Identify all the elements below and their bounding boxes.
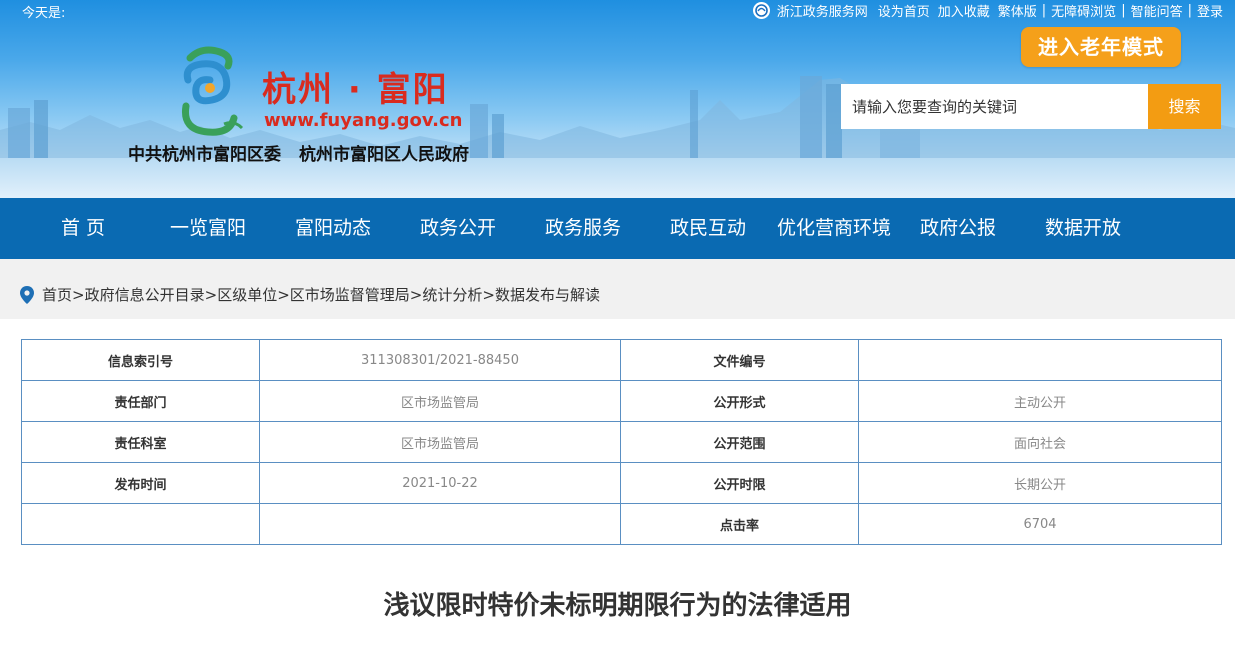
meta-scope-value: 面向社会 <box>858 421 1222 463</box>
meta-form-value: 主动公开 <box>858 380 1222 422</box>
nav-item-open-data[interactable]: 数据开放 <box>1038 198 1128 259</box>
nav-item-interaction[interactable]: 政民互动 <box>663 198 753 259</box>
table-row: 责任科室 区市场监管局 公开范围 面向社会 <box>21 421 1222 463</box>
meta-clicks-label: 点击率 <box>620 503 859 545</box>
main-nav: 首 页 一览富阳 富阳动态 政务公开 政务服务 政民互动 优化营商环境 政府公报… <box>0 198 1235 259</box>
breadcrumb-home[interactable]: 首页 <box>42 284 72 305</box>
breadcrumb: 首页 > 政府信息公开目录 > 区级单位 > 区市场监督管理局 > 统计分析 > 数据发布… <box>20 284 600 305</box>
org-government: 杭州市富阳区人民政府 <box>299 145 469 165</box>
breadcrumb-bar: 首页 > 政府信息公开目录 > 区级单位 > 区市场监督管理局 > 统计分析 > 数据发布… <box>0 259 1235 319</box>
meta-empty-cell <box>21 503 260 545</box>
breadcrumb-separator: > <box>277 285 290 304</box>
nav-item-news[interactable]: 富阳动态 <box>288 198 378 259</box>
link-traditional-chinese[interactable]: 繁体版 <box>998 1 1037 20</box>
meta-term-label: 公开时限 <box>620 462 859 504</box>
meta-dept-label: 责任部门 <box>21 380 260 422</box>
breadcrumb-statistics[interactable]: 统计分析 <box>422 284 482 305</box>
breadcrumb-separator: > <box>72 285 85 304</box>
meta-docno-value <box>858 339 1222 381</box>
site-url: www.fuyang.gov.cn <box>264 110 463 131</box>
table-row: 发布时间 2021-10-22 公开时限 长期公开 <box>21 462 1222 504</box>
today-label: 今天是: <box>22 6 66 21</box>
top-link-separator: | <box>1121 3 1126 18</box>
breadcrumb-catalog[interactable]: 政府信息公开目录 <box>85 284 205 305</box>
breadcrumb-separator: > <box>409 285 423 304</box>
meta-office-value: 区市场监管局 <box>259 421 621 463</box>
link-login[interactable]: 登录 <box>1197 1 1223 20</box>
breadcrumb-separator: > <box>482 285 495 304</box>
table-row: 点击率 6704 <box>21 503 1222 545</box>
table-row: 责任部门 区市场监管局 公开形式 主动公开 <box>21 380 1222 422</box>
meta-clicks-value: 6704 <box>858 503 1222 545</box>
article-title: 浅议限时特价未标明期限行为的法律适用 <box>383 591 852 621</box>
link-add-favorite[interactable]: 加入收藏 <box>938 1 990 20</box>
meta-index-label: 信息索引号 <box>21 339 260 381</box>
top-link-separator: | <box>1187 3 1192 18</box>
nav-item-gov-services[interactable]: 政务服务 <box>538 198 628 259</box>
nav-item-home[interactable]: 首 页 <box>38 198 128 259</box>
site-name: 杭州 · 富阳 <box>262 70 449 110</box>
meta-form-label: 公开形式 <box>620 380 859 422</box>
meta-date-value: 2021-10-22 <box>259 462 621 504</box>
breadcrumb-data-release[interactable]: 数据发布与解读 <box>495 284 600 305</box>
elder-mode-button[interactable]: 进入老年模式 <box>1021 27 1181 67</box>
breadcrumb-market-bureau[interactable]: 区市场监督管理局 <box>290 284 410 305</box>
nav-item-gov-affairs[interactable]: 政务公开 <box>413 198 503 259</box>
search-button[interactable]: 搜索 <box>1148 84 1221 129</box>
link-accessibility[interactable]: 无障碍浏览 <box>1051 1 1116 20</box>
meta-dept-value: 区市场监管局 <box>259 380 621 422</box>
nav-item-gazette[interactable]: 政府公报 <box>913 198 1003 259</box>
table-row: 信息索引号 311308301/2021-88450 文件编号 <box>21 339 1222 381</box>
meta-term-value: 长期公开 <box>858 462 1222 504</box>
breadcrumb-district-units[interactable]: 区级单位 <box>217 284 277 305</box>
top-link-separator: | <box>1041 3 1047 18</box>
organization-names: 中共杭州市富阳区委 杭州市富阳区人民政府 <box>128 140 469 165</box>
org-party-committee: 中共杭州市富阳区委 <box>128 145 281 165</box>
search-input[interactable] <box>841 84 1148 129</box>
meta-empty-cell <box>259 503 621 545</box>
meta-docno-label: 文件编号 <box>620 339 859 381</box>
fuyang-logo-icon <box>181 46 244 136</box>
nav-item-business-env[interactable]: 优化营商环境 <box>770 198 898 259</box>
link-smart-qa[interactable]: 智能问答 <box>1131 1 1183 20</box>
meta-scope-label: 公开范围 <box>620 421 859 463</box>
meta-date-label: 发布时间 <box>21 462 260 504</box>
top-links: 浙江政务服务网 设为首页 加入收藏 繁体版 | 无障碍浏览 | 智能问答 | 登… <box>752 1 1223 20</box>
meta-office-label: 责任科室 <box>21 421 260 463</box>
link-zhejiang-service[interactable]: 浙江政务服务网 <box>777 1 868 20</box>
nav-item-overview[interactable]: 一览富阳 <box>163 198 253 259</box>
breadcrumb-separator: > <box>204 285 218 304</box>
zhejiang-service-icon <box>752 2 770 19</box>
document-meta-table: 信息索引号 311308301/2021-88450 文件编号 责任部门 区市场… <box>21 339 1222 545</box>
meta-index-value: 311308301/2021-88450 <box>259 339 621 381</box>
location-pin-icon <box>20 285 34 304</box>
link-set-homepage[interactable]: 设为首页 <box>878 1 930 20</box>
